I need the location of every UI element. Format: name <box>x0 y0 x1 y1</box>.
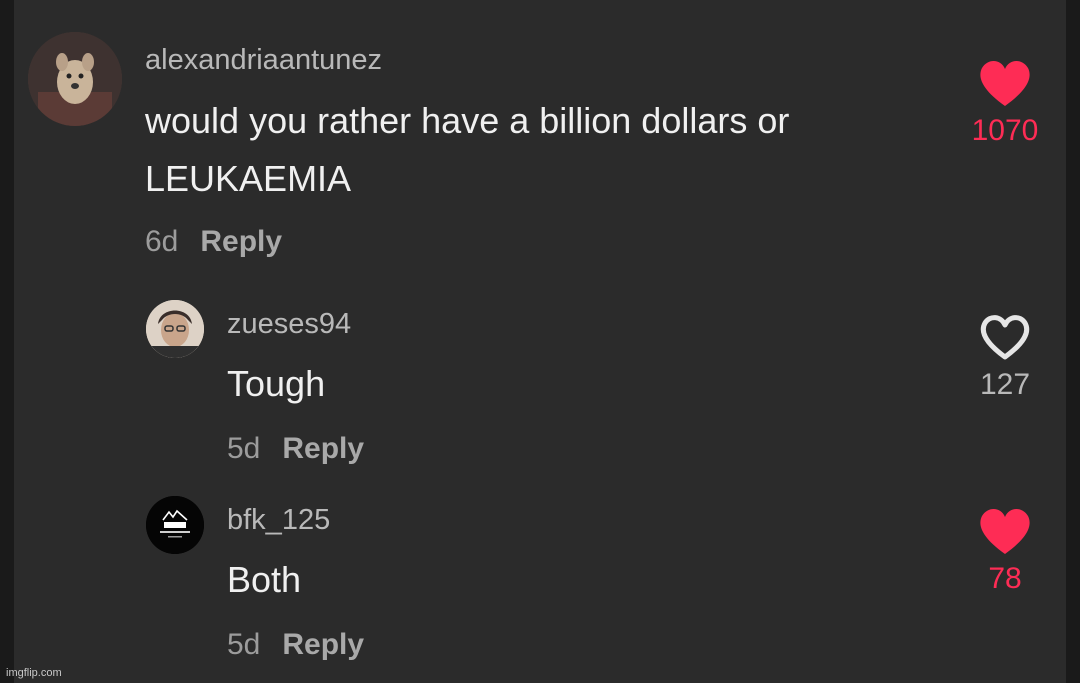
comment-age: 5d <box>227 628 261 661</box>
heart-filled-icon <box>980 60 1030 106</box>
comment-text: Both <box>227 559 302 600</box>
comment-username[interactable]: zueses94 <box>227 308 351 341</box>
comment-meta: 5d Reply <box>227 628 364 662</box>
person-photo-icon <box>146 300 204 358</box>
reply-comment-item: zueses94 Tough 5d Reply 127 <box>0 290 1080 486</box>
comment-age: 5d <box>227 432 261 465</box>
comment-username[interactable]: alexandriaantunez <box>145 44 382 77</box>
comment-text-continued: LEUKAEMIA <box>145 158 352 199</box>
comment-username[interactable]: bfk_125 <box>227 504 330 537</box>
comment-age: 6d <box>145 225 179 258</box>
reply-button[interactable]: Reply <box>282 628 364 661</box>
like-button[interactable]: 78 <box>950 506 1060 596</box>
heart-outline-icon <box>980 315 1030 360</box>
reply-button[interactable]: Reply <box>200 225 282 258</box>
like-count: 1070 <box>971 114 1039 147</box>
dog-photo-icon <box>28 32 122 126</box>
avatar[interactable] <box>28 32 122 126</box>
logo-icon <box>146 496 204 554</box>
avatar[interactable] <box>146 496 204 554</box>
reply-comment-item: bfk_125 Both 5d Reply 78 <box>0 486 1080 683</box>
like-button[interactable]: 1070 <box>950 58 1060 148</box>
like-button[interactable]: 127 <box>950 312 1060 402</box>
comments-screen: alexandriaantunez would you rather have … <box>0 0 1080 683</box>
comment-text: would you rather have a billion dollars … <box>145 100 790 141</box>
comment-meta: 6d Reply <box>145 225 282 259</box>
avatar[interactable] <box>146 300 204 358</box>
comment-text: Tough <box>227 363 326 404</box>
like-count: 78 <box>988 562 1022 595</box>
comment-item: alexandriaantunez would you rather have … <box>0 0 1080 290</box>
watermark: imgflip.com <box>6 667 62 679</box>
reply-button[interactable]: Reply <box>282 432 364 465</box>
comment-meta: 5d Reply <box>227 432 364 466</box>
like-count: 127 <box>979 368 1031 401</box>
heart-filled-icon <box>980 508 1030 554</box>
